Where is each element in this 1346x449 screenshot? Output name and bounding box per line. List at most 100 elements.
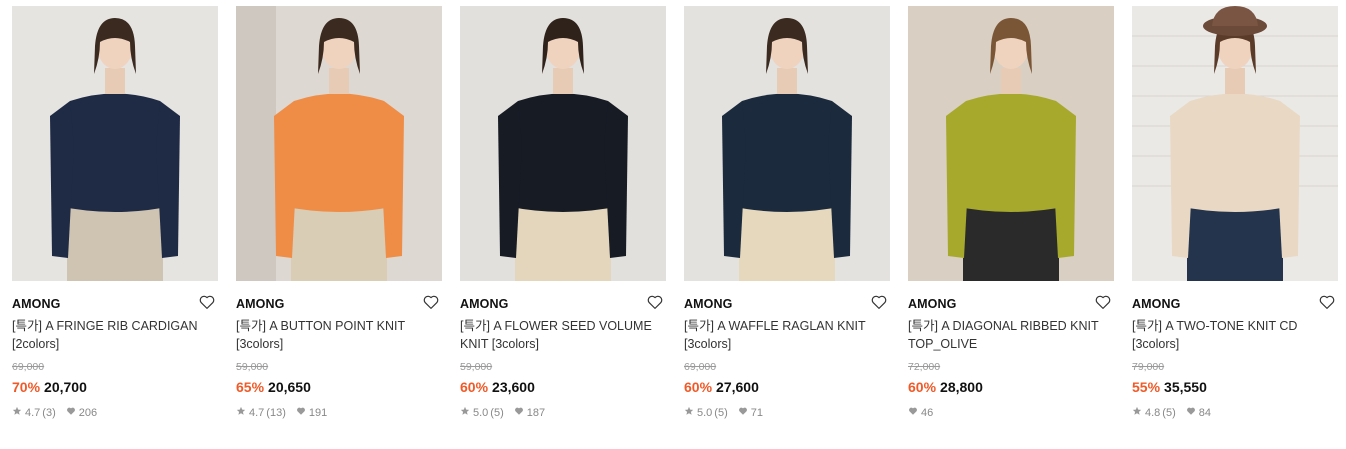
product-grid: AMONG [특가] A FRINGE RIB CARDIGAN [2color… [0, 0, 1346, 449]
brand-row: AMONG [1132, 295, 1338, 315]
product-image[interactable] [12, 6, 218, 281]
sale-price: 27,600 [716, 379, 759, 395]
product-image[interactable] [1132, 6, 1338, 281]
like-count: 191 [308, 407, 328, 419]
star-icon [460, 406, 473, 420]
brand-row: AMONG [236, 295, 442, 315]
product-name[interactable]: [특가] A FRINGE RIB CARDIGAN [2colors] [12, 317, 218, 353]
product-name-line1: [특가] A FRINGE RIB CARDIGAN [12, 319, 198, 333]
product-meta: 5.0 (5) 187 [460, 406, 666, 420]
brand-name[interactable]: AMONG [1132, 297, 1180, 311]
price-row: 60% 23,600 [460, 378, 666, 396]
brand-name[interactable]: AMONG [684, 297, 732, 311]
original-price: 69,000 [684, 361, 717, 373]
rating-group: 5.0 (5) [460, 406, 504, 420]
wishlist-heart-icon[interactable] [198, 293, 216, 311]
brand-row: AMONG [12, 295, 218, 315]
like-heart-icon [908, 406, 921, 420]
product-image[interactable] [684, 6, 890, 281]
original-price: 59,000 [460, 361, 493, 373]
product-name-line2: [3colors] [1132, 337, 1180, 351]
rating-value: 4.7 [25, 407, 41, 419]
product-card[interactable]: AMONG [특가] A FRINGE RIB CARDIGAN [2color… [12, 6, 218, 420]
likes-group: 187 [514, 406, 545, 420]
rating-group: 5.0 (5) [684, 406, 728, 420]
discount-rate: 60% [460, 379, 489, 395]
brand-name[interactable]: AMONG [460, 297, 508, 311]
discount-rate: 55% [1132, 379, 1161, 395]
product-name[interactable]: [특가] A DIAGONAL RIBBED KNIT TOP_OLIVE [908, 317, 1114, 353]
wishlist-heart-icon[interactable] [646, 293, 664, 311]
likes-group: 46 [908, 406, 933, 420]
product-meta: 46 [908, 406, 1114, 420]
product-name[interactable]: [특가] A TWO-TONE KNIT CD [3colors] [1132, 317, 1338, 353]
discount-rate: 60% [684, 379, 713, 395]
discount-rate: 60% [908, 379, 937, 395]
review-count: (5) [714, 407, 728, 419]
wishlist-heart-icon[interactable] [1318, 293, 1336, 311]
like-heart-icon [66, 406, 79, 420]
product-card[interactable]: AMONG [특가] A FLOWER SEED VOLUME KNIT [3c… [460, 6, 666, 420]
brand-name[interactable]: AMONG [908, 297, 956, 311]
original-price: 79,000 [1132, 361, 1165, 373]
discount-rate: 65% [236, 379, 265, 395]
wishlist-heart-icon[interactable] [870, 293, 888, 311]
product-name-line1: [특가] A DIAGONAL RIBBED KNIT [908, 319, 1099, 333]
sale-price: 23,600 [492, 379, 535, 395]
rating-value: 4.8 [1145, 407, 1161, 419]
discount-rate: 70% [12, 379, 41, 395]
brand-name[interactable]: AMONG [236, 297, 284, 311]
product-image[interactable] [460, 6, 666, 281]
brand-row: AMONG [684, 295, 890, 315]
like-count: 46 [921, 407, 934, 419]
rating-value: 5.0 [473, 407, 489, 419]
product-name[interactable]: [특가] A WAFFLE RAGLAN KNIT [3colors] [684, 317, 890, 353]
price-row: 60% 28,800 [908, 378, 1114, 396]
price-row: 60% 27,600 [684, 378, 890, 396]
review-count: (3) [42, 407, 56, 419]
rating-group: 4.8 (5) [1132, 406, 1176, 420]
star-icon [684, 406, 697, 420]
product-name[interactable]: [특가] A BUTTON POINT KNIT [3colors] [236, 317, 442, 353]
like-heart-icon [1186, 406, 1199, 420]
likes-group: 191 [296, 406, 327, 420]
product-card[interactable]: AMONG [특가] A TWO-TONE KNIT CD [3colors] … [1132, 6, 1338, 420]
product-name-line2: KNIT [3colors] [460, 337, 539, 351]
product-name-line1: [특가] A FLOWER SEED VOLUME [460, 319, 652, 333]
brand-row: AMONG [460, 295, 666, 315]
like-heart-icon [514, 406, 527, 420]
review-count: (5) [490, 407, 504, 419]
product-card[interactable]: AMONG [특가] A DIAGONAL RIBBED KNIT TOP_OL… [908, 6, 1114, 420]
like-count: 206 [78, 407, 98, 419]
product-image[interactable] [908, 6, 1114, 281]
product-name-line2: TOP_OLIVE [908, 337, 978, 351]
like-count: 71 [750, 407, 763, 419]
sale-price: 35,550 [1164, 379, 1207, 395]
rating-group: 4.7 (3) [12, 406, 56, 420]
product-image[interactable] [236, 6, 442, 281]
brand-name[interactable]: AMONG [12, 297, 60, 311]
product-meta: 4.7 (3) 206 [12, 406, 218, 420]
wishlist-heart-icon[interactable] [422, 293, 440, 311]
original-price: 69,000 [12, 361, 45, 373]
sale-price: 20,650 [268, 379, 311, 395]
star-icon [1132, 406, 1145, 420]
brand-row: AMONG [908, 295, 1114, 315]
product-name-line1: [특가] A TWO-TONE KNIT CD [1132, 319, 1298, 333]
product-card[interactable]: AMONG [특가] A WAFFLE RAGLAN KNIT [3colors… [684, 6, 890, 420]
product-meta: 4.8 (5) 84 [1132, 406, 1338, 420]
likes-group: 206 [66, 406, 97, 420]
rating-group: 4.7 (13) [236, 406, 286, 420]
product-name-line1: [특가] A BUTTON POINT KNIT [236, 319, 406, 333]
product-meta: 4.7 (13) 191 [236, 406, 442, 420]
star-icon [12, 406, 25, 420]
rating-value: 5.0 [697, 407, 713, 419]
review-count: (13) [266, 407, 286, 419]
product-card[interactable]: AMONG [특가] A BUTTON POINT KNIT [3colors]… [236, 6, 442, 420]
product-name[interactable]: [특가] A FLOWER SEED VOLUME KNIT [3colors] [460, 317, 666, 353]
star-icon [236, 406, 249, 420]
wishlist-heart-icon[interactable] [1094, 293, 1112, 311]
price-row: 55% 35,550 [1132, 378, 1338, 396]
likes-group: 71 [738, 406, 763, 420]
rating-value: 4.7 [249, 407, 265, 419]
